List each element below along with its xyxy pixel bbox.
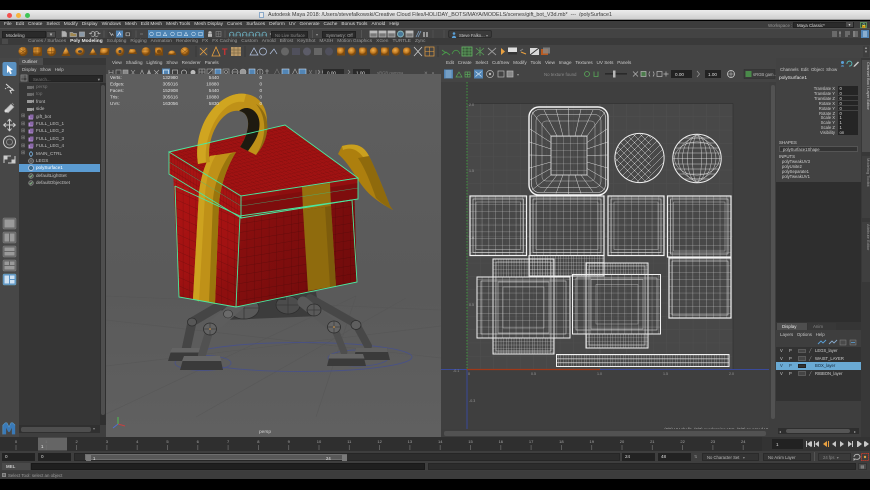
svg-text:305016: 305016 (163, 82, 179, 87)
svg-text:T: T (222, 47, 228, 57)
svg-text:0.00: 0.00 (675, 72, 684, 77)
svg-text:163056: 163056 (163, 101, 179, 106)
svg-text:sRGB gam..: sRGB gam.. (753, 72, 776, 77)
svg-text:Edges:: Edges: (110, 82, 124, 87)
svg-text:persp: persp (259, 429, 271, 435)
svg-text:0: 0 (259, 75, 262, 80)
svg-text:17: 17 (529, 439, 534, 444)
svg-text:0.5: 0.5 (531, 372, 536, 376)
svg-text:20: 20 (620, 439, 625, 444)
svg-text:0: 0 (259, 88, 262, 93)
svg-text:22: 22 (680, 439, 685, 444)
svg-text:5830: 5830 (209, 101, 220, 106)
svg-text:0.5: 0.5 (469, 303, 474, 307)
svg-text:2.0: 2.0 (729, 372, 734, 376)
svg-text:23: 23 (711, 439, 716, 444)
svg-text:No texture found: No texture found (544, 72, 577, 77)
svg-text:Faces:: Faces: (110, 88, 124, 93)
svg-text:12: 12 (377, 439, 382, 444)
svg-text:UVs:: UVs: (110, 101, 120, 106)
svg-text:132980: 132980 (163, 75, 179, 80)
svg-text:305616: 305616 (163, 95, 179, 100)
svg-text:-0.3: -0.3 (469, 399, 475, 403)
svg-text:5440: 5440 (209, 75, 220, 80)
svg-text:21: 21 (650, 439, 655, 444)
svg-text:16: 16 (499, 439, 504, 444)
svg-text:-0.1: -0.1 (453, 369, 459, 373)
svg-text:18: 18 (559, 439, 564, 444)
svg-text:1.5: 1.5 (469, 169, 474, 173)
svg-text:24: 24 (741, 439, 746, 444)
svg-text:0: 0 (259, 82, 262, 87)
svg-text:Verts:: Verts: (110, 75, 122, 80)
svg-text:10880: 10880 (206, 95, 219, 100)
svg-text:1.00: 1.00 (708, 72, 717, 77)
svg-text:19: 19 (589, 439, 594, 444)
svg-text:14: 14 (438, 439, 443, 444)
svg-text:13: 13 (408, 439, 413, 444)
svg-text:0: 0 (259, 101, 262, 106)
svg-text:10: 10 (317, 439, 322, 444)
svg-text:▾: ▾ (517, 72, 519, 77)
svg-text:0: 0 (259, 95, 262, 100)
svg-text:1: 1 (776, 442, 779, 447)
svg-text:Tris:: Tris: (110, 95, 119, 100)
svg-text:10880: 10880 (206, 82, 219, 87)
svg-text:2.0: 2.0 (469, 103, 474, 107)
svg-text:15: 15 (468, 439, 473, 444)
svg-text:0: 0 (468, 372, 470, 376)
svg-text:5440: 5440 (209, 88, 220, 93)
svg-text:152908: 152908 (163, 88, 179, 93)
svg-text:1.5: 1.5 (663, 372, 668, 376)
svg-text:1.0: 1.0 (597, 372, 602, 376)
